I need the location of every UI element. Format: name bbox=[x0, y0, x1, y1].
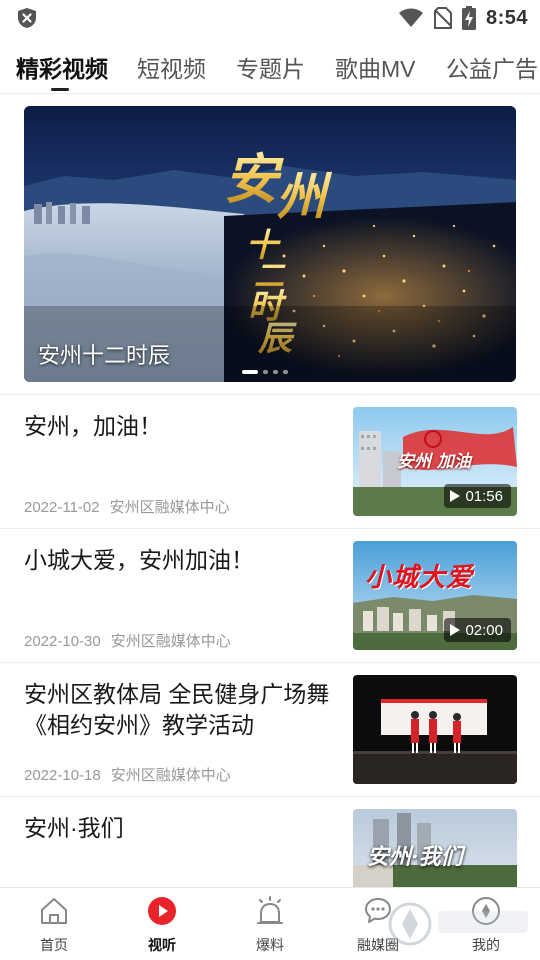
banner-dot-3[interactable] bbox=[273, 370, 278, 374]
wifi-icon bbox=[398, 8, 423, 27]
nav-profile[interactable]: 我的 bbox=[432, 888, 540, 960]
nav-profile-label: 我的 bbox=[472, 937, 500, 953]
nav-home[interactable]: 首页 bbox=[0, 888, 108, 960]
video-source: 安州区融媒体中心 bbox=[110, 633, 231, 650]
featured-banner[interactable]: 安 州 十 二 时 辰 安州十二时辰 bbox=[24, 106, 516, 382]
video-date: 2022-11-02 bbox=[24, 499, 100, 516]
duration-badge: 01:56 bbox=[444, 484, 511, 508]
play-icon bbox=[450, 490, 461, 502]
duration-badge: 02:00 bbox=[444, 618, 511, 642]
thumbnail-text: 安州 加油 bbox=[397, 452, 471, 472]
video-title: 安州区教体局 全民健身广场舞《相约安州》教学活动 bbox=[24, 681, 330, 738]
video-duration: 02:00 bbox=[465, 621, 503, 639]
video-thumbnail[interactable]: 安州 加油 01:56 bbox=[353, 407, 517, 516]
active-tab-indicator bbox=[51, 88, 69, 91]
nav-media[interactable]: 视听 bbox=[108, 888, 216, 960]
video-title: 安州，加油！ bbox=[24, 413, 162, 439]
chat-bubble-icon bbox=[365, 898, 391, 923]
banner-caption: 安州十二时辰 bbox=[38, 343, 171, 368]
banner-pagination bbox=[242, 370, 288, 374]
banner-title-art-2: 州 bbox=[276, 167, 333, 226]
banner-dot-1[interactable] bbox=[242, 370, 258, 374]
tab-music-videos[interactable]: 歌曲MV bbox=[335, 50, 416, 84]
tab-public-service-ads[interactable]: 公益广告 bbox=[446, 50, 538, 84]
video-source: 安州区融媒体中心 bbox=[109, 499, 230, 516]
video-thumbnail[interactable] bbox=[353, 675, 517, 784]
profile-icon bbox=[472, 897, 500, 925]
play-icon bbox=[450, 624, 461, 636]
thumbnail-text: 小城大爱 bbox=[365, 563, 474, 593]
video-meta: 2022-10-30 安州区融媒体中心 bbox=[24, 630, 231, 651]
video-thumbnail[interactable]: 小城大爱 02:00 bbox=[353, 541, 517, 650]
banner-title-art-1: 安 bbox=[224, 147, 284, 211]
tab-featured-videos[interactable]: 精彩视频 bbox=[16, 50, 108, 84]
status-bar: 8:54 bbox=[0, 0, 540, 36]
clock-time: 8:54 bbox=[485, 6, 528, 29]
battery-charging-icon bbox=[461, 6, 476, 30]
bottom-navigation: 首页 视听 爆料 融媒圈 我的 bbox=[0, 887, 540, 960]
shield-icon bbox=[16, 7, 38, 29]
play-circle-icon bbox=[148, 897, 176, 925]
nav-community[interactable]: 融媒圈 bbox=[324, 888, 432, 960]
nav-tips-label: 爆料 bbox=[256, 937, 284, 953]
video-date: 2022-10-18 bbox=[24, 767, 101, 784]
banner-dot-2[interactable] bbox=[263, 370, 268, 374]
video-title: 小城大爱，安州加油！ bbox=[24, 547, 254, 573]
video-meta: 2022-10-18 安州区融媒体中心 bbox=[24, 764, 231, 785]
nav-media-label: 视听 bbox=[148, 937, 176, 953]
tab-documentaries[interactable]: 专题片 bbox=[236, 50, 305, 84]
nav-community-label: 融媒圈 bbox=[357, 937, 399, 953]
video-list-item[interactable]: 安州区教体局 全民健身广场舞《相约安州》教学活动 2022-10-18 安州区融媒… bbox=[0, 662, 540, 796]
banner-dot-4[interactable] bbox=[283, 370, 288, 374]
nav-home-label: 首页 bbox=[40, 937, 68, 953]
home-icon bbox=[41, 898, 67, 924]
no-sim-icon bbox=[433, 7, 452, 29]
video-date: 2022-10-30 bbox=[24, 633, 101, 650]
video-source: 安州区融媒体中心 bbox=[110, 767, 231, 784]
video-meta: 2022-11-02 安州区融媒体中心 bbox=[24, 496, 230, 517]
nav-tips[interactable]: 爆料 bbox=[216, 888, 324, 960]
video-title: 安州·我们 bbox=[24, 815, 124, 841]
thumbnail-text: 安州·我们 bbox=[367, 844, 463, 870]
video-list-item[interactable]: 安州，加油！ 2022-11-02 安州区融媒体中心 安州 加油 01:56 bbox=[0, 394, 540, 528]
video-list-item[interactable]: 小城大爱，安州加油！ 2022-10-30 安州区融媒体中心 小城大爱 02:00 bbox=[0, 528, 540, 662]
category-tab-bar: 精彩视频 短视频 专题片 歌曲MV 公益广告 bbox=[0, 36, 540, 94]
video-duration: 01:56 bbox=[465, 487, 503, 505]
tab-short-videos[interactable]: 短视频 bbox=[137, 50, 206, 84]
alarm-siren-icon bbox=[257, 896, 283, 924]
